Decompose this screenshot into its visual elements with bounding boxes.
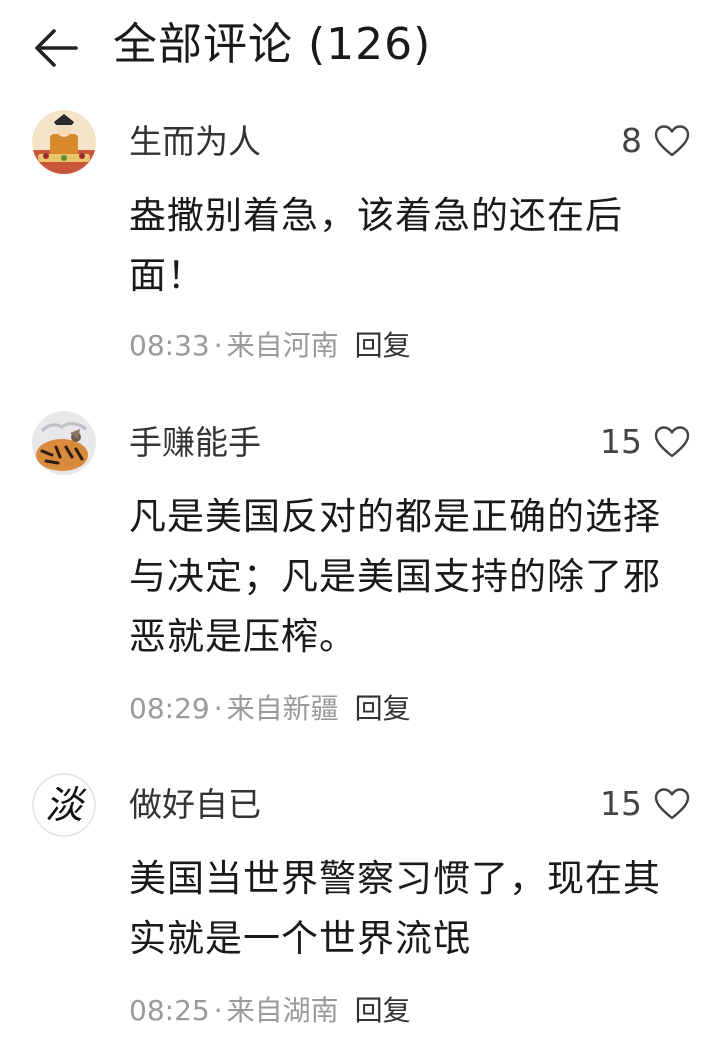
avatar[interactable] <box>32 110 96 174</box>
comment-item: 生而为人 8 盎撒别着急，该着急的还在后面！ 08:33 · 来自河南 回复 <box>0 110 720 370</box>
avatar-calligraphy-char: 淡 <box>45 783 87 827</box>
comment-item: 手赚能手 15 凡是美国反对的都是正确的选择与决定；凡是美国支持的除了邪恶就是压… <box>0 411 720 731</box>
meta-separator: · <box>213 692 223 725</box>
like-count: 15 <box>600 422 642 461</box>
header-bar: 全部评论 (126) <box>0 0 720 92</box>
heart-icon <box>654 124 690 158</box>
comment-username[interactable]: 手赚能手 <box>129 421 261 465</box>
avatar-tiger-icon <box>32 411 96 475</box>
comment-text: 美国当世界警察习惯了，现在其实就是一个世界流氓 <box>129 857 661 960</box>
avatar-figure-icon <box>32 110 96 174</box>
avatar-calligraphy-icon: 淡 <box>32 773 96 837</box>
comment-text: 盎撒别着急，该着急的还在后面！ <box>129 194 623 297</box>
comment-username[interactable]: 生而为人 <box>129 120 261 164</box>
reply-button[interactable]: 回复 <box>355 692 411 725</box>
comment-meta: 08:29 · 来自新疆 回复 <box>129 689 411 729</box>
like-button[interactable]: 15 <box>600 419 690 465</box>
like-count: 15 <box>600 784 642 823</box>
avatar[interactable]: 淡 <box>32 773 96 837</box>
page-title: 全部评论 (126) <box>113 19 432 70</box>
comment-username[interactable]: 做好自已 <box>129 783 261 827</box>
heart-icon <box>654 425 690 459</box>
comment-meta: 08:25 · 来自湖南 回复 <box>129 991 411 1031</box>
comment-time: 08:29 <box>129 692 210 725</box>
like-button[interactable]: 15 <box>600 781 690 827</box>
reply-button[interactable]: 回复 <box>355 994 411 1027</box>
like-button[interactable]: 8 <box>621 118 690 164</box>
like-count: 8 <box>621 121 642 160</box>
comment-location: 来自湖南 <box>226 994 339 1027</box>
comment-text: 凡是美国反对的都是正确的选择与决定；凡是美国支持的除了邪恶就是压榨。 <box>129 495 661 658</box>
comment-item: 淡 做好自已 15 美国当世界警察习惯了，现在其实就是一个世界流氓 08:25 ·… <box>0 773 720 1043</box>
comment-meta: 08:33 · 来自河南 回复 <box>129 326 411 366</box>
comment-time: 08:25 <box>129 994 210 1027</box>
heart-icon <box>654 787 690 821</box>
comments-page: 全部评论 (126) 生而为人 8 盎撒别着急，该着急的还在后面！ 08:33 … <box>0 0 720 1058</box>
back-button[interactable] <box>30 22 82 74</box>
comment-time: 08:33 <box>129 329 210 362</box>
comment-location: 来自河南 <box>226 329 339 362</box>
meta-separator: · <box>213 329 223 362</box>
meta-separator: · <box>213 994 223 1027</box>
arrow-left-icon <box>35 29 78 67</box>
comment-location: 来自新疆 <box>226 692 339 725</box>
reply-button[interactable]: 回复 <box>355 329 411 362</box>
avatar[interactable] <box>32 411 96 475</box>
